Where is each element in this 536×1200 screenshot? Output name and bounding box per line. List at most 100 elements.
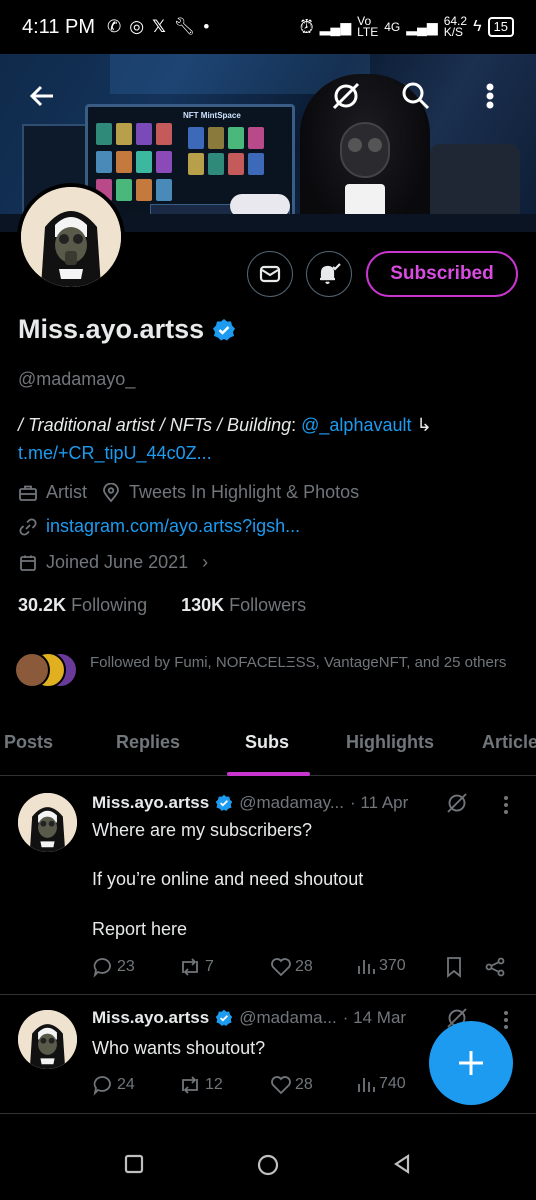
system-navigation-bar <box>0 1124 536 1200</box>
views-chart-icon <box>358 1078 375 1092</box>
verified-badge-icon <box>215 794 233 811</box>
back-button[interactable] <box>20 74 64 118</box>
post-date: · 14 Mar <box>342 1008 407 1027</box>
profile-joined-row[interactable]: Joined June 2021 › <box>18 552 208 573</box>
briefcase-icon <box>19 485 37 501</box>
chevron-right-icon: › <box>202 552 209 572</box>
post-date: · 11 Apr <box>350 793 409 812</box>
status-right: ⏰︎ ▂▄▆ Vo LTE 4G ▂▄▆ 64.2 K/S ϟ 15 <box>299 14 514 39</box>
repost-button[interactable]: 12 <box>178 1074 223 1096</box>
bio-mention-link[interactable]: @_alphavault <box>301 415 411 435</box>
system-back-button[interactable] <box>390 1152 416 1178</box>
bookmark-button[interactable] <box>444 956 464 978</box>
recents-square-icon <box>124 1154 144 1174</box>
bio-colon: : <box>291 415 297 435</box>
network-type-label: 4G <box>384 20 401 34</box>
active-tab-indicator <box>227 772 310 776</box>
dot-icon: • <box>203 17 210 36</box>
post-text-line: Who wants shoutout? <box>92 1038 266 1058</box>
profile-meta-row-1: Artist Tweets In Highlight & Photos <box>18 482 359 503</box>
post-author-avatar[interactable] <box>18 793 77 852</box>
battery-indicator: 15 <box>487 17 514 37</box>
home-button[interactable] <box>255 1152 281 1178</box>
profile-name-text: Miss.ayo.artss <box>18 314 205 344</box>
followers-count-link[interactable]: 130K Followers <box>181 595 306 616</box>
repost-icon <box>182 958 198 976</box>
avatar-nun-gasmask-image <box>18 1010 77 1069</box>
profile-bio: / Traditional artist / NFTs / Building: … <box>18 411 498 467</box>
profile-category: Artist <box>46 482 88 502</box>
charging-icon: ϟ <box>473 18 482 35</box>
heart-icon <box>271 1076 291 1095</box>
views-button[interactable]: 740 <box>356 1074 406 1094</box>
x-app-icon: 𝕏 <box>152 17 166 36</box>
like-button[interactable]: 28 <box>270 1074 313 1096</box>
reply-button[interactable]: 23 <box>92 956 135 978</box>
grok-icon[interactable] <box>445 791 469 815</box>
volte-label: Vo LTE <box>357 14 379 39</box>
post-item[interactable]: Miss.ayo.artss @madamay... · 11 Apr Wher… <box>0 777 536 995</box>
share-button[interactable] <box>484 956 506 978</box>
post-author-name[interactable]: Miss.ayo.artss <box>92 793 209 813</box>
location-pin-icon <box>103 482 119 502</box>
verified-badge-icon <box>213 318 236 340</box>
notifications-button[interactable] <box>306 251 352 297</box>
message-button[interactable] <box>247 251 293 297</box>
envelope-icon <box>259 265 281 283</box>
back-triangle-icon <box>394 1153 410 1175</box>
reply-button[interactable]: 24 <box>92 1074 135 1096</box>
post-author-avatar[interactable] <box>18 1010 77 1069</box>
notification-icons: ✆ ◎ 𝕏 🔧︎ • <box>107 17 209 37</box>
status-bar: 4:11 PM ✆ ◎ 𝕏 🔧︎ • ⏰︎ ▂▄▆ Vo LTE 4G ▂▄▆ 6… <box>0 0 536 54</box>
link-icon <box>19 517 37 536</box>
bookmark-icon <box>447 957 461 978</box>
avatar-nun-gasmask-image <box>21 187 121 287</box>
back-arrow-icon <box>29 85 53 107</box>
calendar-icon <box>20 555 36 571</box>
post-more-icon[interactable] <box>504 796 510 817</box>
post-text-line: If you’re online and need shoutout <box>92 869 364 889</box>
banner-monitor-label: NFT MintSpace <box>183 111 241 120</box>
post-author-handle: @madamay... <box>239 793 344 812</box>
grok-button[interactable] <box>324 74 368 118</box>
post-more-icon[interactable] <box>504 1011 510 1032</box>
tab-posts[interactable]: Posts <box>4 732 53 753</box>
tab-replies[interactable]: Replies <box>116 732 180 753</box>
tab-highlights[interactable]: Highlights <box>346 732 434 753</box>
bell-check-icon <box>320 263 341 285</box>
followed-by-avatars <box>14 652 80 690</box>
profile-handle: @madamayo_ <box>18 369 136 389</box>
post-text-line: Where are my subscribers? <box>92 820 313 840</box>
follower-avatar <box>14 652 50 688</box>
recents-button[interactable] <box>122 1152 148 1178</box>
subscribed-button[interactable]: Subscribed <box>366 251 518 297</box>
more-vertical-icon <box>486 83 494 109</box>
post-author-name[interactable]: Miss.ayo.artss <box>92 1008 209 1028</box>
following-count-link[interactable]: 30.2K Following <box>18 595 147 616</box>
tab-subs[interactable]: Subs <box>245 732 289 753</box>
followed-by-row[interactable]: Followed by Fumi, NOFACELΞSS, VantageNFT… <box>14 652 510 690</box>
repost-button[interactable]: 7 <box>178 956 214 978</box>
post-author-handle: @madama... <box>239 1008 337 1027</box>
signal-icon: ▂▄▆ <box>319 18 352 35</box>
more-options-button[interactable] <box>468 74 512 118</box>
profile-avatar[interactable] <box>17 183 125 291</box>
post-actions: 23 7 28 370 <box>92 956 512 980</box>
alarm-icon: ⏰︎ <box>299 16 314 37</box>
views-button[interactable]: 370 <box>356 956 406 976</box>
compose-post-button[interactable] <box>429 1021 513 1105</box>
search-button[interactable] <box>394 74 438 118</box>
tab-articles[interactable]: Article <box>482 732 536 753</box>
like-button[interactable]: 28 <box>270 956 313 978</box>
views-chart-icon <box>358 960 375 974</box>
signal-icon-2: ▂▄▆ <box>406 18 438 35</box>
share-icon <box>485 957 505 977</box>
verified-badge-icon <box>215 1009 233 1026</box>
profile-name: Miss.ayo.artss <box>18 314 236 345</box>
profile-website-link[interactable]: instagram.com/ayo.artss?igsh... <box>46 516 300 537</box>
status-time: 4:11 PM <box>22 15 95 38</box>
post-text-line: Report here <box>92 919 188 939</box>
bio-telegram-link[interactable]: t.me/+CR_tipU_44c0Z... <box>18 443 212 463</box>
plus-icon <box>459 1051 483 1075</box>
whatsapp-icon: ✆ <box>107 17 122 36</box>
